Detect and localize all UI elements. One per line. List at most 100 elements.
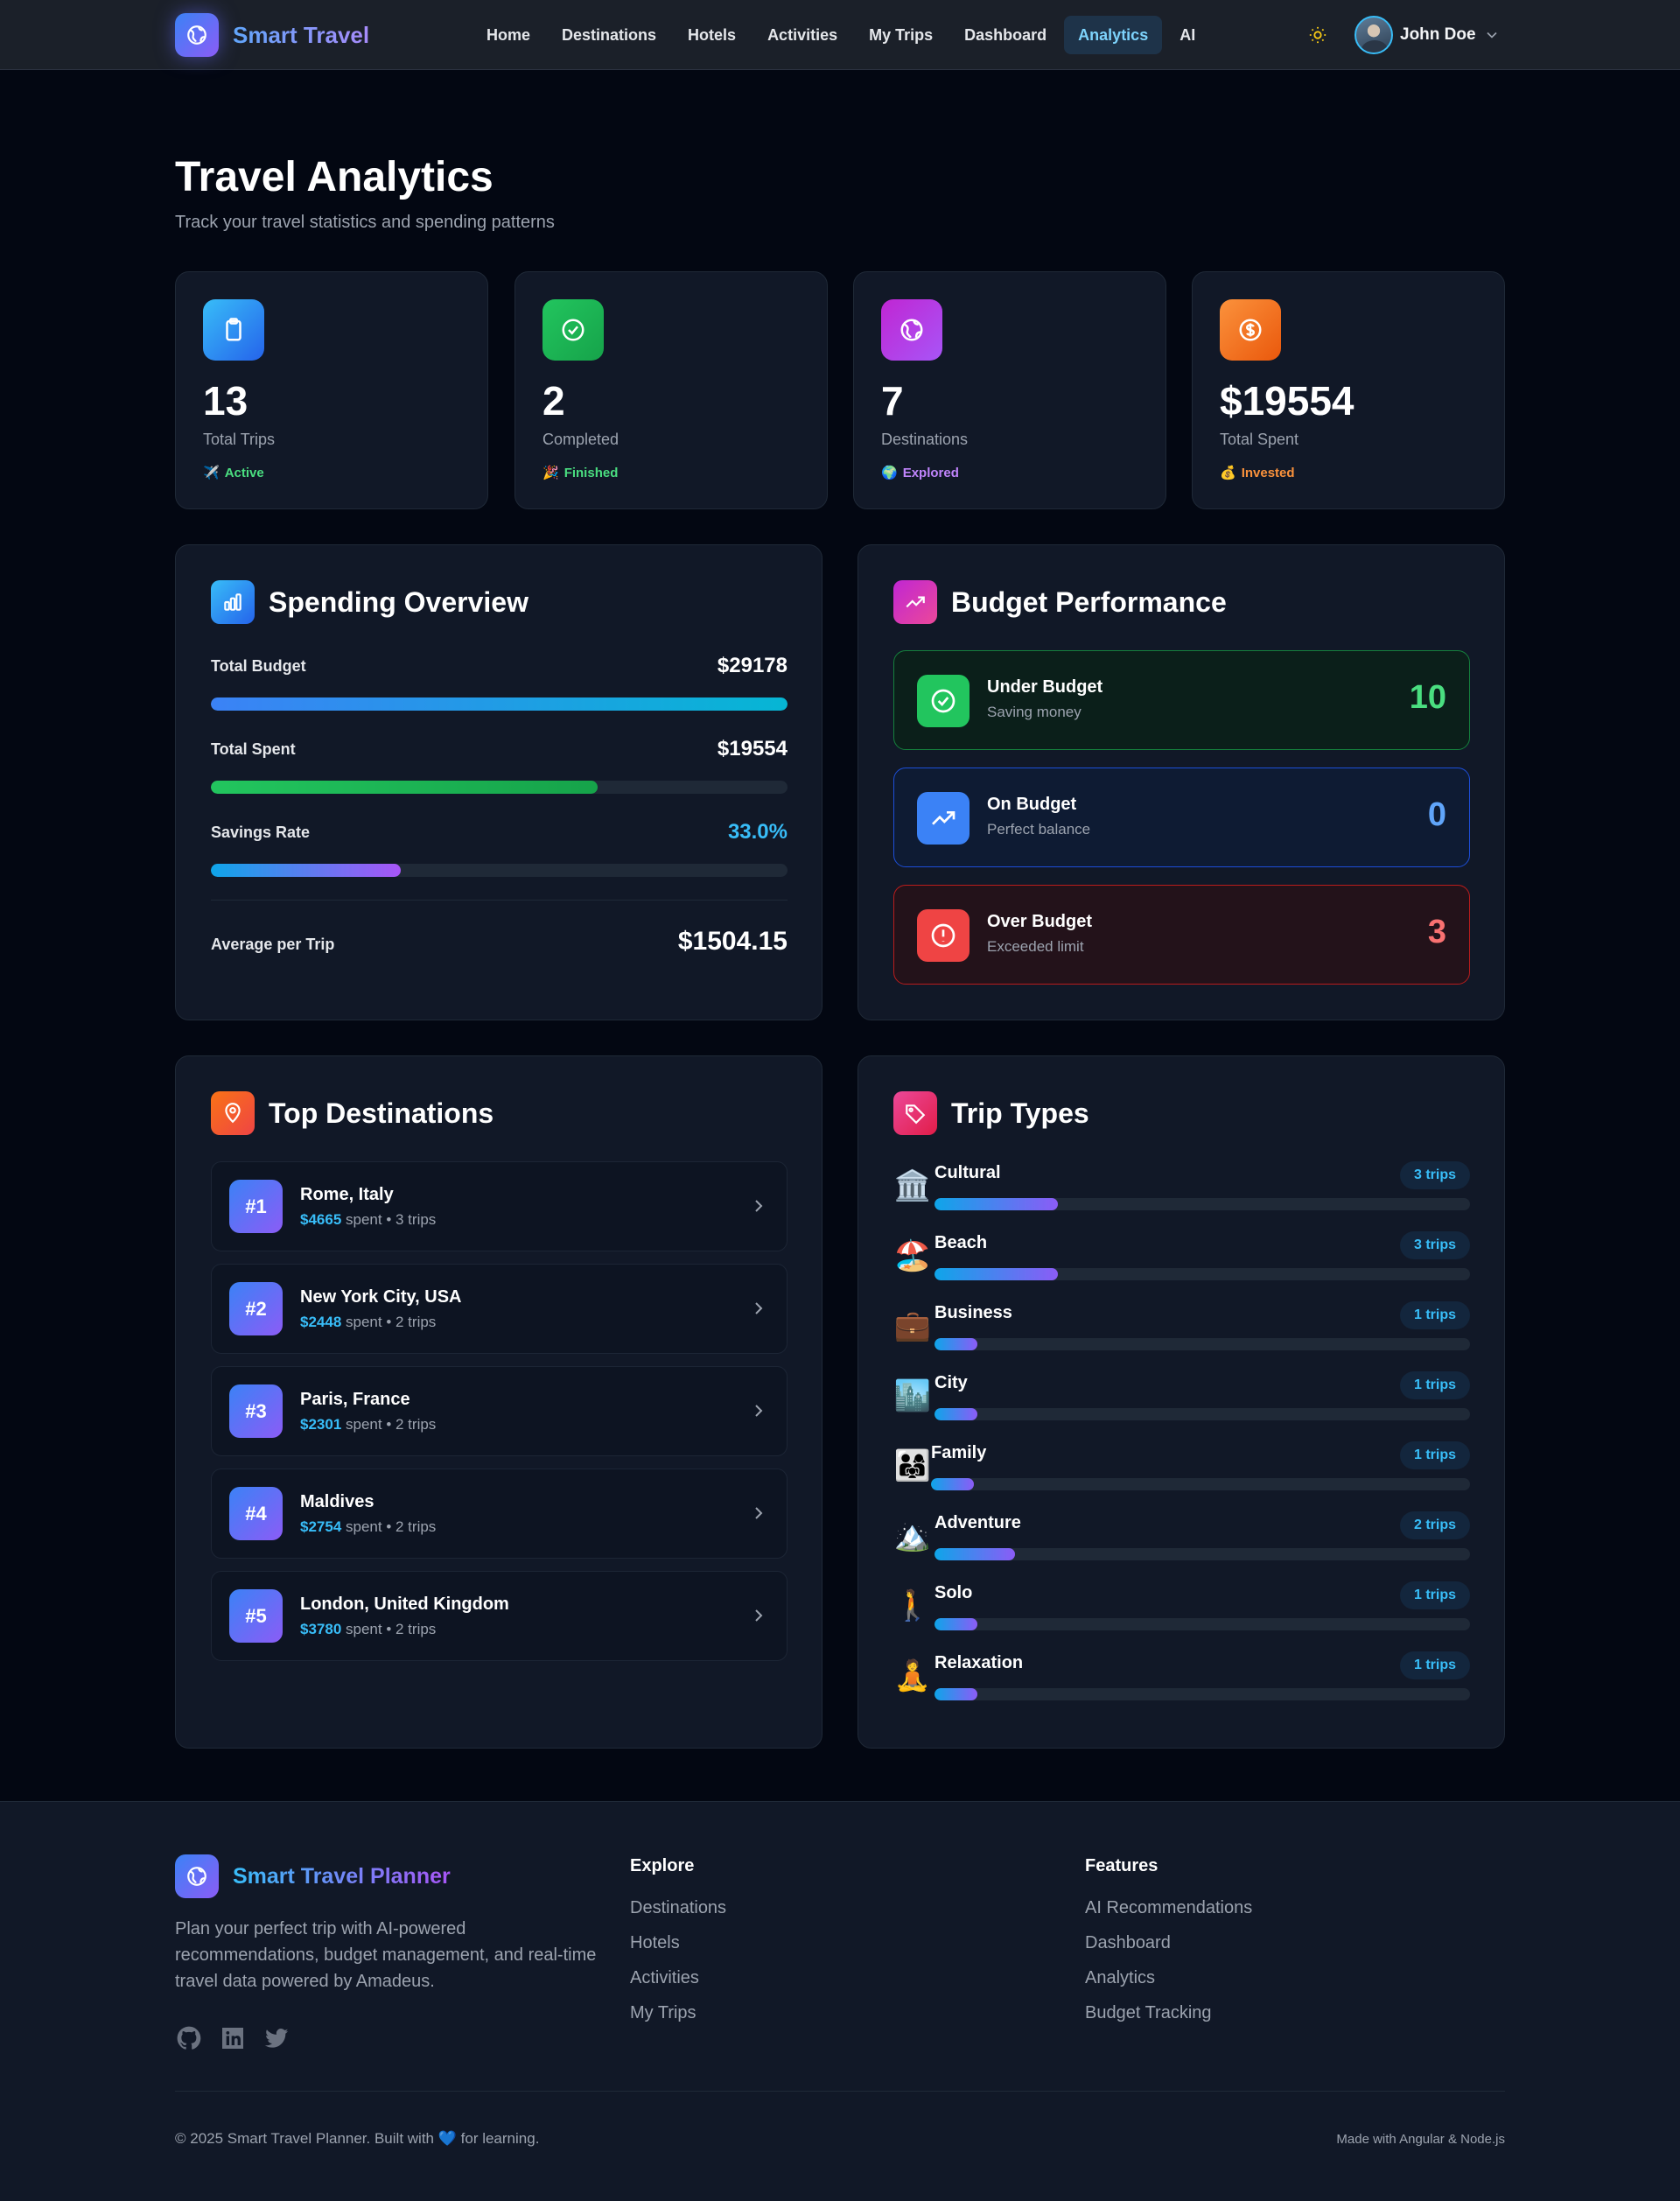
linkedin-icon[interactable]: [219, 2024, 247, 2052]
destination-item[interactable]: #1 Rome, Italy $4665 spent • 3 trips: [211, 1161, 788, 1251]
footer-link-hotels[interactable]: Hotels: [630, 1925, 726, 1960]
money-bag-icon: 💰: [1220, 466, 1236, 480]
rank-badge: #1: [229, 1180, 283, 1233]
stat-value: 13: [203, 378, 248, 424]
footer-brand-name: Smart Travel Planner: [233, 1863, 451, 1889]
footer-link-analytics[interactable]: Analytics: [1085, 1960, 1252, 1995]
cityscape-icon: 🏙️: [893, 1379, 932, 1412]
footer-link-budget-tracking[interactable]: Budget Tracking: [1085, 1995, 1252, 2030]
footer-link-dashboard[interactable]: Dashboard: [1085, 1925, 1252, 1960]
progress-track: [211, 697, 788, 711]
panel-title: Budget Performance: [951, 585, 1227, 618]
panel-header: Spending Overview: [211, 580, 528, 624]
chevron-right-icon: [755, 1405, 763, 1417]
footer-link-activities[interactable]: Activities: [630, 1960, 726, 1995]
destination-meta: $3780 spent • 2 trips: [300, 1621, 436, 1638]
budget-row-count: 10: [1409, 679, 1446, 716]
footer-link-ai-recommendations[interactable]: AI Recommendations: [1085, 1890, 1252, 1925]
nav-link-home[interactable]: Home: [472, 16, 544, 54]
destination-name: Rome, Italy: [300, 1185, 394, 1204]
budget-row-subtitle: Saving money: [987, 704, 1082, 720]
panel-title: Trip Types: [951, 1097, 1089, 1129]
panel-title: Spending Overview: [269, 585, 528, 618]
panel-header: Trip Types: [893, 1091, 1089, 1135]
copyright: © 2025 Smart Travel Planner. Built with …: [175, 2130, 539, 2148]
nav-link-dashboard[interactable]: Dashboard: [950, 16, 1060, 54]
destination-meta: $2754 spent • 2 trips: [300, 1518, 436, 1536]
footer-link-destinations[interactable]: Destinations: [630, 1890, 726, 1925]
check-circle-icon: [917, 675, 970, 727]
top-destinations-panel: Top Destinations #1 Rome, Italy $4665 sp…: [175, 1055, 822, 1749]
github-icon[interactable]: [175, 2024, 203, 2052]
trending-up-icon: [893, 580, 937, 624]
user-menu-button[interactable]: John Doe: [1354, 15, 1501, 55]
budget-performance-panel: Budget Performance Under Budget Saving m…: [858, 544, 1505, 1020]
copyright-text: © 2025 Smart Travel Planner. Built with: [175, 2130, 434, 2147]
status-badge: ✈️ Active: [203, 465, 264, 481]
status-badge-label: Invested: [1241, 465, 1295, 480]
footer-explore-column: Explore Destinations Hotels Activities M…: [630, 1856, 726, 2030]
progress-track: [934, 1548, 1470, 1560]
destination-trips: spent • 2 trips: [346, 1314, 437, 1330]
nav-link-activities[interactable]: Activities: [753, 16, 851, 54]
trip-type-name: Cultural: [934, 1163, 1001, 1182]
briefcase-icon: 💼: [893, 1309, 932, 1342]
destination-name: Paris, France: [300, 1390, 410, 1409]
budget-row-title: Under Budget: [987, 677, 1103, 697]
trip-count-badge: 1 trips: [1399, 1651, 1470, 1679]
budget-row-count: 3: [1427, 914, 1446, 950]
trip-type-item: 🏔️ Adventure 2 trips: [893, 1511, 1470, 1564]
brand-link[interactable]: Smart Travel: [175, 13, 369, 57]
progress-track: [934, 1198, 1470, 1210]
page-subtitle: Track your travel statistics and spendin…: [175, 213, 555, 232]
top-navbar: Smart Travel Home Destinations Hotels Ac…: [0, 0, 1680, 70]
trip-type-item: 🚶 Solo 1 trips: [893, 1581, 1470, 1634]
trip-type-name: Adventure: [934, 1513, 1021, 1532]
trip-types-panel: Trip Types 🏛️ Cultural 3 trips 🏖️ Beach …: [858, 1055, 1505, 1749]
progress-track: [934, 1688, 1470, 1700]
theme-toggle-button[interactable]: [1304, 21, 1332, 49]
trip-count-badge: 1 trips: [1399, 1441, 1470, 1469]
progress-track: [934, 1408, 1470, 1420]
twitter-icon[interactable]: [262, 2024, 290, 2052]
nav-link-ai[interactable]: AI: [1166, 16, 1209, 54]
footer-brand[interactable]: Smart Travel Planner: [175, 1854, 451, 1898]
footer-column-title: Explore: [630, 1856, 695, 1875]
nav-link-analytics[interactable]: Analytics: [1064, 16, 1163, 54]
nav-link-destinations[interactable]: Destinations: [548, 16, 670, 54]
copyright-text-end: for learning.: [460, 2130, 540, 2147]
nav-link-hotels[interactable]: Hotels: [674, 16, 750, 54]
budget-row-subtitle: Exceeded limit: [987, 938, 1084, 955]
footer-link-my-trips[interactable]: My Trips: [630, 1995, 726, 2030]
alert-circle-icon: [917, 909, 970, 962]
destination-item[interactable]: #5 London, United Kingdom $3780 spent • …: [211, 1571, 788, 1661]
progress-fill: [934, 1198, 1058, 1210]
metric-value: $19554: [717, 737, 788, 761]
tag-icon: [893, 1091, 937, 1135]
metric-label: Savings Rate: [211, 824, 311, 841]
destination-item[interactable]: #3 Paris, France $2301 spent • 2 trips: [211, 1366, 788, 1456]
heart-icon: 💙: [438, 2130, 457, 2147]
metric-label: Average per Trip: [211, 936, 335, 953]
avatar: [1354, 16, 1393, 54]
trip-type-item: 🧘 Relaxation 1 trips: [893, 1651, 1470, 1704]
mountain-icon: 🏔️: [893, 1519, 932, 1553]
stat-label: Total Trips: [203, 431, 276, 448]
destination-trips: spent • 2 trips: [346, 1621, 437, 1637]
trip-count-badge: 1 trips: [1399, 1581, 1470, 1609]
budget-row-title: On Budget: [987, 795, 1077, 814]
status-badge-label: Finished: [564, 465, 619, 480]
destination-item[interactable]: #2 New York City, USA $2448 spent • 2 tr…: [211, 1264, 788, 1354]
chevron-right-icon: [755, 1609, 763, 1622]
chevron-right-icon: [755, 1200, 763, 1212]
footer-features-column: Features AI Recommendations Dashboard An…: [1085, 1856, 1252, 2030]
stat-label: Completed: [542, 431, 620, 448]
destination-trips: spent • 2 trips: [346, 1518, 437, 1535]
panel-header: Budget Performance: [893, 580, 1227, 624]
status-badge: 🌍 Explored: [881, 465, 959, 481]
destination-item[interactable]: #4 Maldives $2754 spent • 2 trips: [211, 1469, 788, 1559]
trending-up-icon: [917, 792, 970, 845]
nav-link-my-trips[interactable]: My Trips: [855, 16, 947, 54]
trip-type-item: 💼 Business 1 trips: [893, 1301, 1470, 1354]
progress-track: [931, 1478, 1470, 1490]
